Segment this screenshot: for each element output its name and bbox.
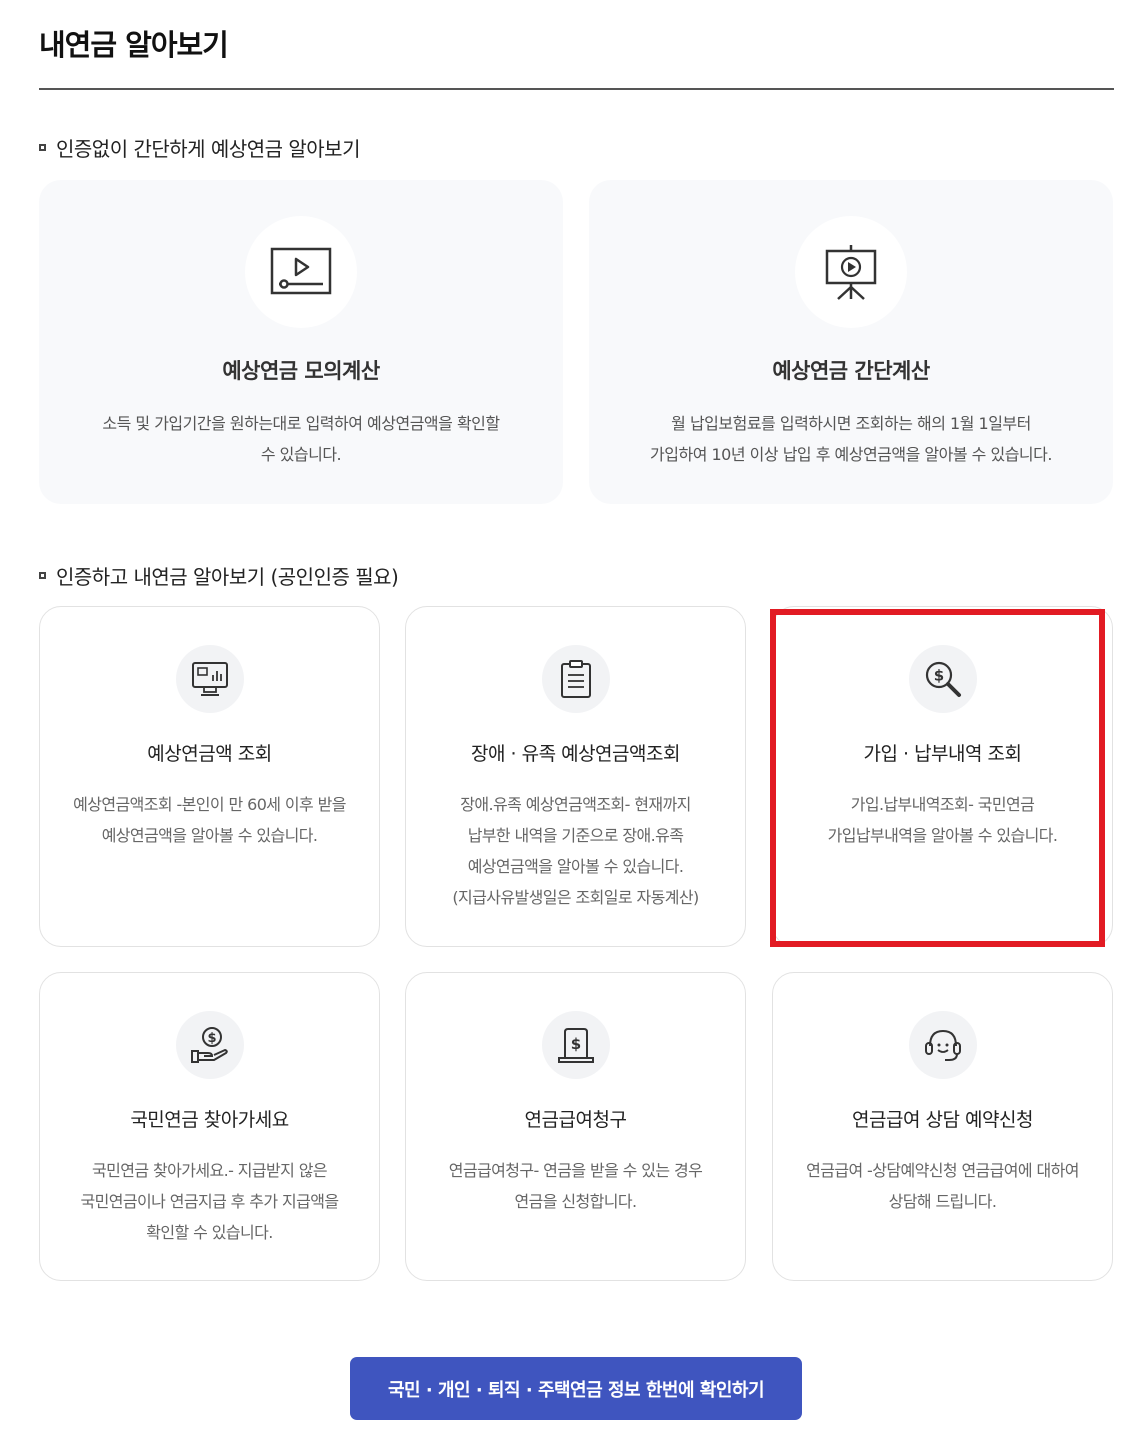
section-heading-text: 인증없이 간단하게 예상연금 알아보기 <box>56 137 360 161</box>
clipboard-list-icon <box>560 660 591 698</box>
desc-line: 월 납입보험료를 입력하시면 조회하는 해의 1월 1일부터 <box>671 414 1031 433</box>
dollar-document-icon: $ <box>557 1028 594 1063</box>
card-pension-benefit-claim[interactable]: $ 연금급여청구 연금급여청구- 연금을 받을 수 있는 경우 연금을 신청합니… <box>405 972 746 1281</box>
desc-line: (지급사유발생일은 조회일로 자동계산) <box>452 888 699 907</box>
svg-text:$: $ <box>933 667 943 685</box>
card-title: 예상연금 모의계산 <box>222 359 380 383</box>
desc-line: 국민연금 찾아가세요.- 지급받지 않은 <box>92 1161 328 1180</box>
square-bullet-icon <box>39 144 46 151</box>
icon-circle <box>245 216 357 328</box>
svg-text:$: $ <box>207 1031 216 1046</box>
square-bullet-icon <box>39 572 46 579</box>
card-title: 연금급여 상담 예약신청 <box>852 1109 1033 1131</box>
card-description: 가입.납부내역조회- 국민연금 가입납부내역을 알아볼 수 있습니다. <box>787 789 1098 851</box>
icon-circle: $ <box>175 1011 244 1079</box>
desc-line: 가입납부내역을 알아볼 수 있습니다. <box>827 826 1058 845</box>
card-description: 소득 및 가입기간을 원하는대로 입력하여 예상연금액을 확인할 수 있습니다. <box>69 408 533 470</box>
card-description: 연금급여청구- 연금을 받을 수 있는 경우 연금을 신청합니다. <box>420 1155 731 1217</box>
desc-line: 가입하여 10년 이상 납입 후 예상연금액을 알아볼 수 있습니다. <box>650 445 1052 464</box>
card-description: 연금급여 -상담예약신청 연금급여에 대하여 상담해 드립니다. <box>787 1155 1098 1217</box>
desc-line: 예상연금액조회 -본인이 만 60세 이후 받을 <box>73 795 346 814</box>
dollar-search-icon: $ <box>925 661 961 697</box>
card-title: 국민연금 찾아가세요 <box>130 1109 289 1131</box>
desc-line: 예상연금액을 알아볼 수 있습니다. <box>101 826 318 845</box>
desc-line: 연금을 신청합니다. <box>514 1192 638 1211</box>
icon-circle <box>795 216 907 328</box>
card-enrollment-payment-inquiry[interactable]: $ 가입 · 납부내역 조회 가입.납부내역조회- 국민연금 가입납부내역을 알… <box>772 606 1113 947</box>
check-all-pension-info-button[interactable]: 국민 · 개인 · 퇴직 · 주택연금 정보 한번에 확인하기 <box>350 1357 802 1420</box>
icon-circle: $ <box>908 645 977 713</box>
section-heading-text: 인증하고 내연금 알아보기 (공인인증 필요) <box>56 565 399 589</box>
video-player-icon <box>270 247 332 295</box>
card-title: 연금급여청구 <box>524 1109 627 1131</box>
card-title: 장애 · 유족 예상연금액조회 <box>471 743 680 765</box>
card-find-national-pension[interactable]: $ 국민연금 찾아가세요 국민연금 찾아가세요.- 지급받지 않은 국민연금이나… <box>39 972 380 1281</box>
svg-text:$: $ <box>570 1035 580 1053</box>
card-simulation-calc[interactable]: 예상연금 모의계산 소득 및 가입기간을 원하는대로 입력하여 예상연금액을 확… <box>39 180 563 504</box>
card-description: 예상연금액조회 -본인이 만 60세 이후 받을 예상연금액을 알아볼 수 있습… <box>54 789 365 851</box>
section-heading-auth: 인증하고 내연금 알아보기 (공인인증 필요) <box>39 561 399 590</box>
desc-line: 수 있습니다. <box>260 445 342 464</box>
desc-line: 연금급여 -상담예약신청 연금급여에 대하여 <box>806 1161 1079 1180</box>
title-divider <box>39 88 1114 90</box>
desc-line: 장애.유족 예상연금액조회- 현재까지 <box>460 795 691 814</box>
card-title: 가입 · 납부내역 조회 <box>863 743 1023 765</box>
desc-line: 가입.납부내역조회- 국민연금 <box>850 795 1035 814</box>
desc-line: 확인할 수 있습니다. <box>146 1223 273 1242</box>
card-quick-calc[interactable]: 예상연금 간단계산 월 납입보험료를 입력하시면 조회하는 해의 1월 1일부터… <box>589 180 1113 504</box>
icon-circle <box>908 1011 977 1079</box>
card-description: 장애.유족 예상연금액조회- 현재까지 납부한 내역을 기준으로 장애.유족 예… <box>420 789 731 913</box>
desc-line: 납부한 내역을 기준으로 장애.유족 <box>467 826 684 845</box>
desc-line: 연금급여청구- 연금을 받을 수 있는 경우 <box>448 1161 703 1180</box>
desc-line: 예상연금액을 알아볼 수 있습니다. <box>467 857 684 876</box>
icon-circle <box>541 645 610 713</box>
icon-circle: $ <box>541 1011 610 1079</box>
card-title: 예상연금액 조회 <box>147 743 272 765</box>
card-title: 예상연금 간단계산 <box>772 359 930 383</box>
section-heading-no-auth: 인증없이 간단하게 예상연금 알아보기 <box>39 133 360 162</box>
card-benefit-consultation-reservation[interactable]: 연금급여 상담 예약신청 연금급여 -상담예약신청 연금급여에 대하여 상담해 … <box>772 972 1113 1281</box>
presentation-board-icon <box>825 245 877 300</box>
icon-circle <box>175 645 244 713</box>
desc-line: 국민연금이나 연금지급 후 추가 지급액을 <box>80 1192 340 1211</box>
card-expected-pension-inquiry[interactable]: 예상연금액 조회 예상연금액조회 -본인이 만 60세 이후 받을 예상연금액을… <box>39 606 380 947</box>
monitor-chart-icon <box>191 662 228 696</box>
headset-icon <box>924 1029 961 1061</box>
desc-line: 소득 및 가입기간을 원하는대로 입력하여 예상연금액을 확인할 <box>102 414 500 433</box>
card-description: 월 납입보험료를 입력하시면 조회하는 해의 1월 1일부터 가입하여 10년 … <box>619 408 1083 470</box>
desc-line: 상담해 드립니다. <box>888 1192 997 1211</box>
dollar-hand-icon: $ <box>190 1027 228 1063</box>
card-disability-survivor-inquiry[interactable]: 장애 · 유족 예상연금액조회 장애.유족 예상연금액조회- 현재까지 납부한 … <box>405 606 746 947</box>
card-description: 국민연금 찾아가세요.- 지급받지 않은 국민연금이나 연금지급 후 추가 지급… <box>54 1155 365 1248</box>
page-title: 내연금 알아보기 <box>39 28 229 62</box>
